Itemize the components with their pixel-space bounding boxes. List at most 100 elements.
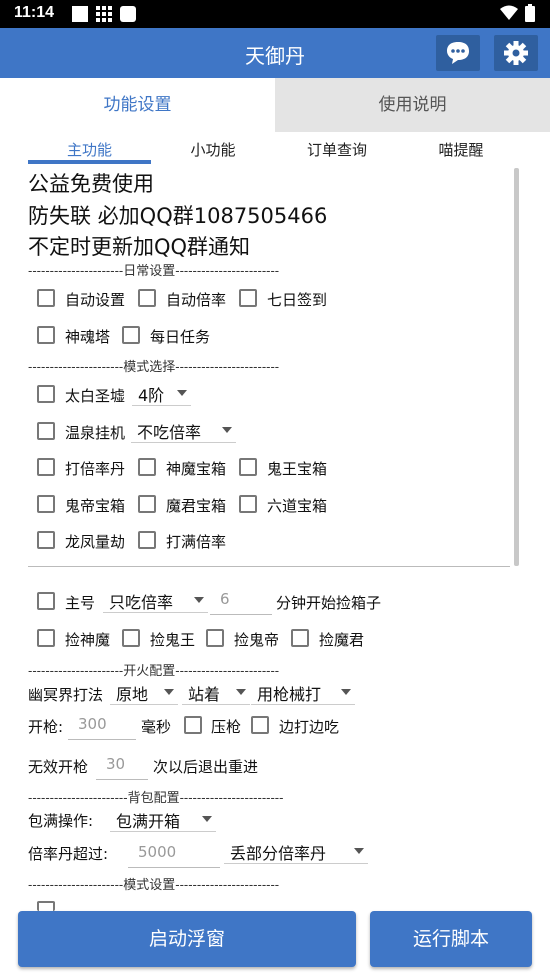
checkbox-auto-set[interactable] <box>37 289 55 307</box>
label-auto-rate: 自动倍率 <box>166 291 227 309</box>
label-auto-set: 自动设置 <box>65 291 126 309</box>
checkbox-taibai[interactable] <box>37 385 55 403</box>
subtab-small[interactable]: 小功能 <box>180 139 246 160</box>
label-netherworld: 幽冥界打法 <box>28 686 104 704</box>
dropdown-arrow-icon <box>194 597 204 603</box>
checkbox-press-gun[interactable] <box>184 716 202 734</box>
label-pick-ghost-emperor: 捡鬼帝 <box>234 631 280 649</box>
checkbox-pick-ghost-king[interactable] <box>122 629 140 647</box>
wifi-icon <box>500 5 518 25</box>
label-pill-over: 倍率丹超过: <box>28 845 109 863</box>
select-value: 包满开箱 <box>116 812 181 831</box>
dropdown-arrow-icon <box>202 816 212 822</box>
tab-settings[interactable]: 功能设置 <box>0 78 275 132</box>
checkbox-pick-ghost-emperor[interactable] <box>206 629 224 647</box>
select-value: 站着 <box>188 685 221 704</box>
subtab-reminder[interactable]: 喵提醒 <box>430 139 492 160</box>
dropdown-arrow-icon <box>177 390 187 396</box>
checkbox-pick-demon-lord[interactable] <box>291 629 309 647</box>
label-invalid-prefix: 无效开枪 <box>28 758 89 776</box>
subtab-indicator <box>28 160 151 164</box>
input-value: 30 <box>106 755 126 773</box>
scrollbar[interactable] <box>514 168 519 566</box>
notice-line-2: 防失联 必加QQ群1087505466 <box>28 204 328 228</box>
checkbox-six-path-box[interactable] <box>239 495 257 513</box>
label-minutes-suffix: 分钟开始捡箱子 <box>276 594 382 612</box>
input-value: 6 <box>220 590 230 608</box>
checkbox-full-rate[interactable] <box>138 531 156 549</box>
select-drop-mode[interactable]: 丢部分倍率丹 <box>224 838 368 864</box>
section-mode-settings: ----------------------模式设置--------------… <box>28 877 280 892</box>
subtab-orders[interactable]: 订单查询 <box>300 139 374 160</box>
subtab-main[interactable]: 主功能 <box>28 139 151 160</box>
label-dragon-phoenix: 龙凤量劫 <box>65 533 126 551</box>
dropdown-arrow-icon <box>236 689 246 695</box>
select-value: 丢部分倍率丹 <box>230 844 327 863</box>
label-fight-eat: 边打边吃 <box>279 718 340 736</box>
status-bar: 11:14 <box>0 0 550 28</box>
checkbox-hot-spring[interactable] <box>37 422 55 440</box>
checkbox-beat-pill[interactable] <box>37 458 55 476</box>
minutes-input[interactable]: 6 <box>210 585 272 615</box>
notice-line-1: 公益免费使用 <box>28 172 154 196</box>
select-stance-2[interactable]: 站着 <box>182 679 250 705</box>
checkbox-dragon-phoenix[interactable] <box>37 531 55 549</box>
invalid-count-input[interactable]: 30 <box>96 750 148 780</box>
label-taibai: 太白圣墟 <box>65 387 126 405</box>
checkbox-ghost-king-box[interactable] <box>239 458 257 476</box>
sub-tabs: 主功能 小功能 订单查询 喵提醒 <box>0 132 550 166</box>
settings-button[interactable] <box>494 35 538 71</box>
dropdown-arrow-icon <box>354 848 364 854</box>
select-taibai-level[interactable]: 4阶 <box>132 380 191 406</box>
label-pick-god-demon: 捡神魔 <box>65 631 111 649</box>
label-god-demon-box: 神魔宝箱 <box>166 460 227 478</box>
checkbox-god-demon-box[interactable] <box>138 458 156 476</box>
checkbox-ghost-emperor-box[interactable] <box>37 495 55 513</box>
select-weapon[interactable]: 用枪械打 <box>251 679 355 705</box>
label-main-account: 主号 <box>65 594 96 612</box>
grid-icon <box>96 6 112 26</box>
checkbox-main-account[interactable] <box>37 592 55 610</box>
checkbox-fight-eat[interactable] <box>251 716 269 734</box>
label-ms: 毫秒 <box>141 718 172 736</box>
select-bag-op[interactable]: 包满开箱 <box>110 806 216 832</box>
fire-ms-input[interactable]: 300 <box>68 710 136 740</box>
checkbox-auto-rate[interactable] <box>138 289 156 307</box>
start-float-button[interactable]: 启动浮窗 <box>18 911 356 967</box>
label-six-path-box: 六道宝箱 <box>267 497 328 515</box>
select-stance-1[interactable]: 原地 <box>110 679 178 705</box>
app-notify-icon <box>120 6 136 22</box>
label-ghost-emperor-box: 鬼帝宝箱 <box>65 497 126 515</box>
label-ghost-king-box: 鬼王宝箱 <box>267 460 328 478</box>
tab-instructions[interactable]: 使用说明 <box>275 78 550 132</box>
app-bar: 天御丹 <box>0 28 550 78</box>
select-main-mode[interactable]: 只吃倍率 <box>103 587 208 613</box>
select-hot-spring-mode[interactable]: 不吃倍率 <box>131 417 236 443</box>
select-value: 原地 <box>116 685 149 704</box>
label-hot-spring: 温泉挂机 <box>65 424 126 442</box>
checkbox-seven-day[interactable] <box>239 289 257 307</box>
checkbox-partial[interactable] <box>37 901 55 911</box>
label-daily-task: 每日任务 <box>150 328 211 346</box>
select-value: 只吃倍率 <box>109 593 174 612</box>
checkbox-soul-tower[interactable] <box>37 326 55 344</box>
gear-icon <box>504 41 528 65</box>
section-bag: -----------------------背包配置-------------… <box>28 790 284 805</box>
checkbox-demon-lord-box[interactable] <box>138 495 156 513</box>
select-value: 不吃倍率 <box>137 423 202 442</box>
dropdown-arrow-icon <box>164 689 174 695</box>
battery-icon <box>525 4 535 26</box>
checkbox-daily-task[interactable] <box>122 326 140 344</box>
chat-button[interactable] <box>436 35 480 71</box>
label-pick-ghost-king: 捡鬼王 <box>150 631 196 649</box>
label-bag-op: 包满操作: <box>28 812 94 830</box>
run-script-button[interactable]: 运行脚本 <box>370 911 532 967</box>
pill-limit-input[interactable]: 5000 <box>128 838 220 868</box>
select-value: 用枪械打 <box>257 685 322 704</box>
checkbox-pick-god-demon[interactable] <box>37 629 55 647</box>
chat-icon <box>447 42 469 64</box>
section-daily: ----------------------日常设置--------------… <box>28 263 280 278</box>
dropdown-arrow-icon <box>341 689 351 695</box>
label-soul-tower: 神魂塔 <box>65 328 111 346</box>
section-fire: ----------------------开火配置--------------… <box>28 663 280 678</box>
